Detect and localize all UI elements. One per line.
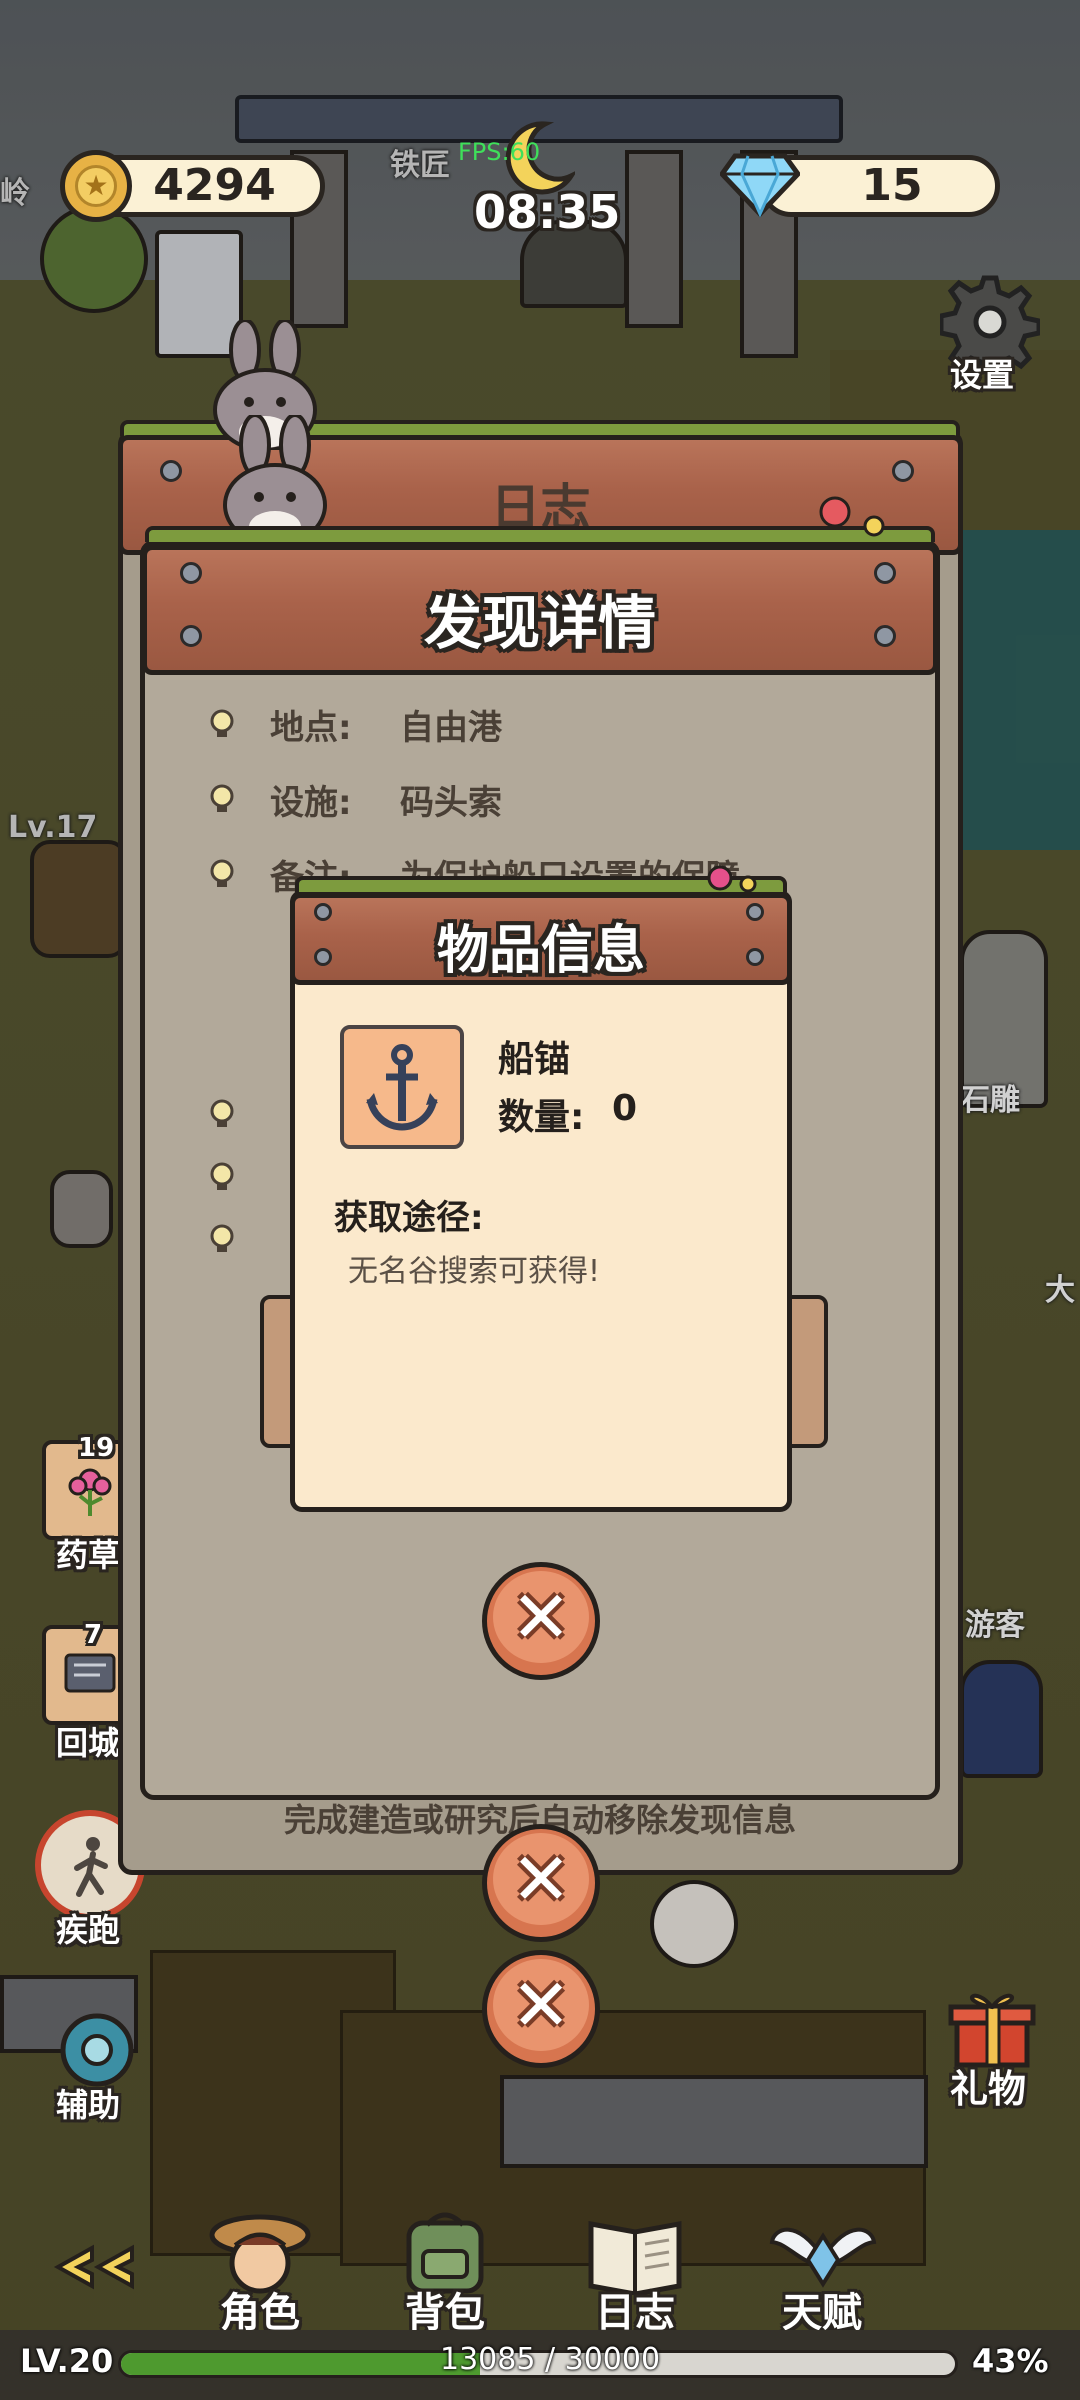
double-chevron-left-icon[interactable] <box>48 2242 138 2292</box>
herb-count: 19 <box>78 1433 115 1463</box>
quantity-value: 0 <box>612 1088 638 1129</box>
return-count: 7 <box>84 1620 103 1650</box>
bolt <box>314 903 332 921</box>
item-slot <box>340 1025 464 1149</box>
xp-bar-fill <box>121 2353 480 2375</box>
source-text: 无名谷搜索可获得! <box>348 1254 601 1289</box>
lightbulb-icon <box>210 784 234 812</box>
location-value: 自由港 <box>400 708 502 748</box>
herb-label[interactable]: 药草 <box>56 1530 120 1576</box>
fps-counter: FPS:60 <box>458 138 541 166</box>
coin-icon: ★ <box>60 150 132 222</box>
flower-decoration <box>819 496 885 537</box>
bolt <box>874 562 896 584</box>
lightbulb-icon <box>210 1099 234 1127</box>
bolt <box>160 460 182 482</box>
source-label: 获取途径: <box>334 1198 484 1238</box>
flower-icon <box>68 1468 112 1516</box>
bolt <box>746 903 764 921</box>
gift-label[interactable]: 礼物 <box>950 2058 1026 2113</box>
scroll-icon <box>64 1653 116 1693</box>
item-title-plank: 物品信息 <box>290 893 792 985</box>
bolt <box>180 562 202 584</box>
lightbulb-icon <box>210 1162 234 1190</box>
discovery-title: 发现详情 <box>423 589 656 657</box>
assist-label[interactable]: 辅助 <box>56 2080 120 2126</box>
close-journal-button[interactable]: ✕ <box>482 1950 600 2068</box>
game-clock: 08:35 <box>474 185 621 239</box>
close-item-modal-button[interactable]: ✕ <box>482 1562 600 1680</box>
item-modal-title: 物品信息 <box>436 921 645 981</box>
item-name: 船锚 <box>498 1039 571 1080</box>
diamond-icon <box>720 153 800 218</box>
player-level: LV.20 <box>20 2342 114 2380</box>
flower-decoration <box>707 865 757 893</box>
location-label: 地点: <box>270 708 352 748</box>
return-label[interactable]: 回城 <box>56 1718 120 1764</box>
bolt <box>180 625 202 647</box>
gem-count: 15 <box>861 160 923 211</box>
xp-progress-text: 13085 / 30000 <box>440 2342 661 2377</box>
facility-value: 码头索 <box>400 783 502 823</box>
bolt <box>314 948 332 966</box>
facility-label: 设施: <box>270 783 352 823</box>
anchor-icon <box>366 1044 438 1131</box>
bolt <box>746 948 764 966</box>
running-figure-icon <box>74 1837 108 1897</box>
bolt <box>874 625 896 647</box>
xp-percent: 43% <box>972 2342 1049 2380</box>
lightbulb-icon <box>210 859 234 887</box>
run-label[interactable]: 疾跑 <box>56 1905 120 1951</box>
discovery-title-plank: 发现详情 <box>142 545 938 675</box>
lightbulb-icon <box>210 1224 234 1252</box>
assist-dial-icon[interactable] <box>52 2010 142 2090</box>
quantity-label: 数量: <box>498 1097 585 1138</box>
lightbulb-icon <box>210 709 234 737</box>
close-discovery-button[interactable]: ✕ <box>482 1824 600 1942</box>
bolt <box>892 460 914 482</box>
coin-count: 4294 <box>153 160 276 211</box>
settings-label[interactable]: 设置 <box>950 350 1014 396</box>
